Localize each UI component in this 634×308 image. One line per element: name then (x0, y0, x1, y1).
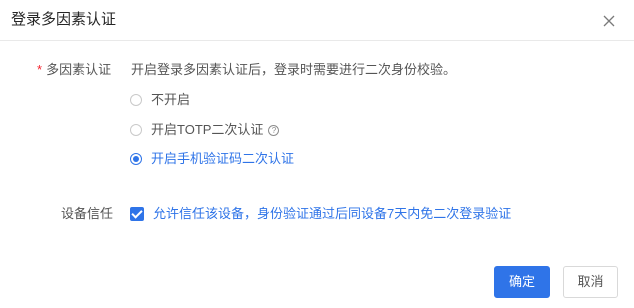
radio-label: 开启手机验证码二次认证 (151, 151, 295, 166)
required-mark: * (37, 62, 43, 77)
radio-button[interactable] (130, 94, 142, 106)
radio-button[interactable] (130, 124, 142, 136)
radio-label: 不开启 (151, 92, 191, 107)
radio-button-selected[interactable] (130, 153, 142, 165)
trust-device-option[interactable]: 允许信任该设备，身份验证通过后同设备7天内免二次登录验证 (130, 205, 511, 223)
close-icon[interactable] (601, 13, 617, 29)
dialog-header: 登录多因素认证 (0, 0, 634, 41)
radio-option-sms[interactable]: 开启手机验证码二次认证 (130, 150, 294, 168)
mfa-dialog: 登录多因素认证 * 多因素认证 开启登录多因素认证后，登录时需要进行二次身份校验。… (0, 0, 634, 308)
radio-option-totp[interactable]: 开启TOTP二次认证 ? (130, 121, 280, 139)
mfa-label: * 多因素认证 (37, 61, 111, 79)
radio-option-disable[interactable]: 不开启 (130, 91, 190, 109)
question-circle-icon[interactable]: ? (268, 124, 280, 136)
cancel-button[interactable]: 取消 (563, 266, 618, 298)
dialog-title: 登录多因素认证 (11, 11, 117, 28)
trust-device-label: 允许信任该设备，身份验证通过后同设备7天内免二次登录验证 (153, 206, 512, 221)
radio-label: 开启TOTP二次认证 (151, 122, 264, 137)
trust-device-checkbox[interactable] (130, 207, 144, 221)
mfa-description: 开启登录多因素认证后，登录时需要进行二次身份校验。 (131, 62, 457, 77)
trust-label: 设备信任 (61, 206, 114, 221)
mfa-label-text: 多因素认证 (46, 62, 112, 77)
confirm-button[interactable]: 确定 (494, 266, 550, 298)
